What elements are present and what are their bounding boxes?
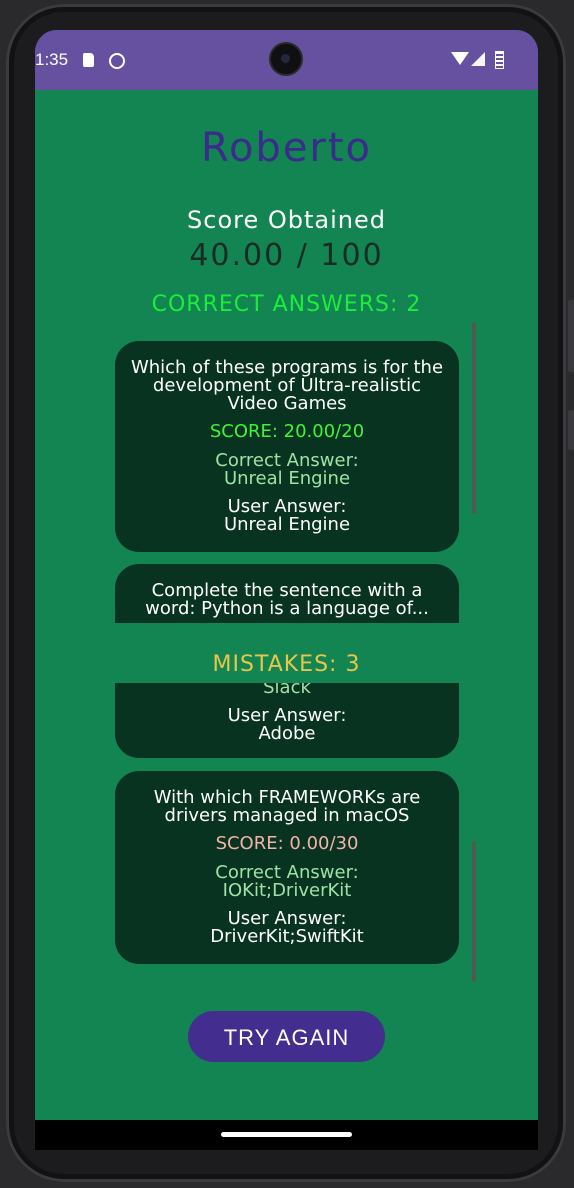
correct-answers-title: CORRECT ANSWERS: 2 xyxy=(151,292,422,317)
scrollbar[interactable] xyxy=(472,841,476,982)
status-bar: 1:35 xyxy=(35,30,538,90)
try-again-button[interactable]: TRY AGAIN xyxy=(188,1011,385,1062)
user-answer-value: Adobe xyxy=(258,723,316,744)
mistake-card: With which FRAMEWORKs are drivers manage… xyxy=(115,771,459,964)
mistake-card: Slack User Answer: Adobe xyxy=(115,683,459,758)
score-value: 40.00 / 100 xyxy=(189,238,384,273)
user-answer-value: DriverKit;SwiftKit xyxy=(210,926,364,947)
status-time: 1:35 xyxy=(35,50,69,69)
mistakes-title: MISTAKES: 3 xyxy=(212,652,361,677)
volume-button xyxy=(568,410,574,450)
score-text: SCORE: 0.00/30 xyxy=(215,833,359,854)
correct-answer-value: Slack xyxy=(263,683,311,698)
power-button xyxy=(568,300,574,372)
correct-answer-value: IOKit;DriverKit xyxy=(222,880,352,901)
correct-answer-card: Which of these programs is for the devel… xyxy=(115,341,459,552)
question-text: Which of these programs is for the devel… xyxy=(130,357,444,414)
scrollbar[interactable] xyxy=(472,322,476,514)
battery-icon xyxy=(495,51,504,69)
face-icon xyxy=(109,53,125,69)
signal-icon xyxy=(471,52,485,66)
question-text: Complete the sentence with a word: Pytho… xyxy=(145,580,429,619)
correct-answer-value: Unreal Engine xyxy=(223,468,351,489)
score-text: SCORE: 20.00/20 xyxy=(209,421,365,442)
home-indicator[interactable] xyxy=(221,1132,352,1137)
user-answer-value: Unreal Engine xyxy=(223,514,351,535)
screen: 1:35 Roberto Score Obtained 40.00 / 100 … xyxy=(35,30,538,1150)
question-text: With which FRAMEWORKs are drivers manage… xyxy=(153,787,421,826)
sd-card-icon xyxy=(83,53,94,67)
user-name: Roberto xyxy=(200,125,373,171)
mistakes-list[interactable]: Slack User Answer: Adobe With which FRAM… xyxy=(35,683,538,985)
wifi-icon xyxy=(451,52,469,65)
front-camera xyxy=(271,44,301,74)
correct-answers-list[interactable]: Which of these programs is for the devel… xyxy=(35,322,538,623)
correct-answer-card: Complete the sentence with a word: Pytho… xyxy=(115,564,459,623)
navigation-bar xyxy=(35,1120,538,1150)
score-label: Score Obtained xyxy=(187,206,386,234)
